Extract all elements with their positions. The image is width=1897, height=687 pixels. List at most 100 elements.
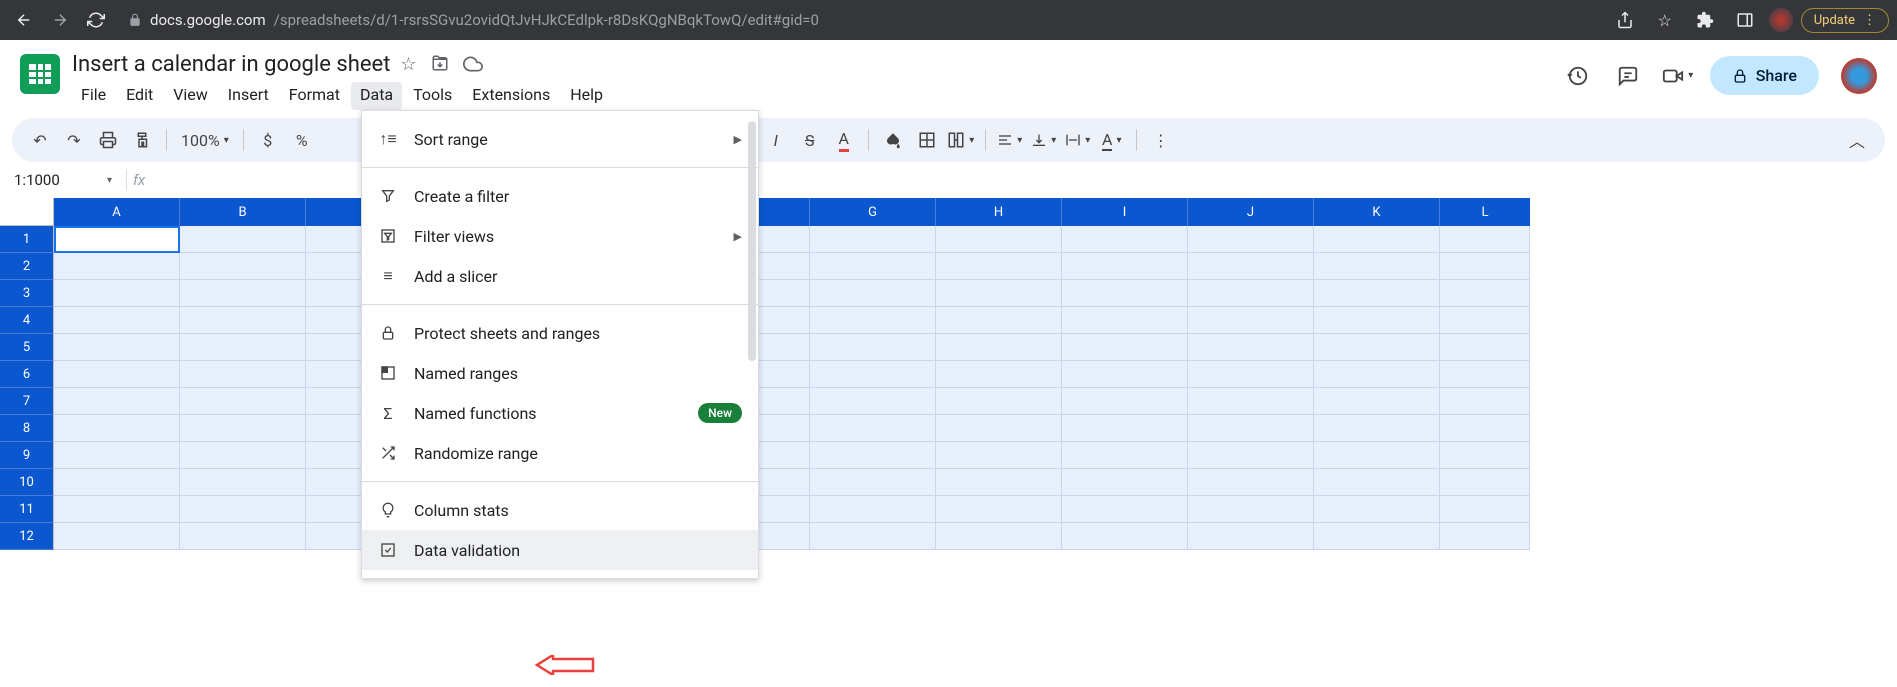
currency-button[interactable]: $ [254, 124, 282, 156]
cell[interactable] [810, 469, 936, 496]
cell[interactable] [1314, 307, 1440, 334]
move-icon[interactable] [431, 54, 449, 75]
cell[interactable] [1314, 469, 1440, 496]
cell[interactable] [1188, 523, 1314, 550]
cell[interactable] [1062, 307, 1188, 334]
menu-protect[interactable]: Protect sheets and ranges [362, 313, 758, 353]
cell[interactable] [1440, 334, 1530, 361]
row-header[interactable]: 1 [0, 226, 54, 253]
account-avatar[interactable] [1841, 58, 1877, 94]
undo-button[interactable]: ↶ [26, 124, 54, 156]
menu-edit[interactable]: Edit [117, 82, 162, 110]
cell[interactable] [936, 388, 1062, 415]
column-header[interactable]: I [1062, 198, 1188, 226]
cell[interactable] [180, 388, 306, 415]
cell[interactable] [1062, 523, 1188, 550]
reload-button[interactable] [80, 4, 112, 36]
italic-button[interactable]: I [762, 124, 790, 156]
cell[interactable] [54, 226, 180, 253]
row-header[interactable]: 12 [0, 523, 54, 550]
cell[interactable] [180, 415, 306, 442]
column-header[interactable]: A [54, 198, 180, 226]
cell[interactable] [1062, 253, 1188, 280]
wrap-button[interactable] [1064, 124, 1092, 156]
redo-button[interactable]: ↷ [60, 124, 88, 156]
cell[interactable] [1440, 388, 1530, 415]
cell[interactable] [936, 496, 1062, 523]
dropdown-scrollbar[interactable] [748, 121, 756, 361]
cell[interactable] [1440, 469, 1530, 496]
cell[interactable] [54, 442, 180, 469]
cell[interactable] [810, 496, 936, 523]
cell[interactable] [54, 361, 180, 388]
cell[interactable] [1188, 415, 1314, 442]
cell[interactable] [1314, 442, 1440, 469]
cell[interactable] [54, 280, 180, 307]
fill-color-button[interactable] [879, 124, 907, 156]
menu-data-validation[interactable]: Data validation [362, 530, 758, 570]
row-header[interactable]: 3 [0, 280, 54, 307]
menu-create-filter[interactable]: Create a filter [362, 176, 758, 216]
cell[interactable] [1440, 280, 1530, 307]
menu-file[interactable]: File [72, 82, 115, 110]
cell[interactable] [1062, 226, 1188, 253]
cell[interactable] [1440, 361, 1530, 388]
cell[interactable] [1062, 334, 1188, 361]
menu-add-slicer[interactable]: ≡ Add a slicer [362, 256, 758, 296]
collapse-toolbar-icon[interactable]: ︿ [1843, 124, 1871, 156]
cell[interactable] [1440, 496, 1530, 523]
cell[interactable] [810, 280, 936, 307]
cell[interactable] [1188, 388, 1314, 415]
cell[interactable] [810, 415, 936, 442]
column-header[interactable]: G [810, 198, 936, 226]
cell[interactable] [1440, 442, 1530, 469]
cell[interactable] [936, 226, 1062, 253]
row-header[interactable]: 8 [0, 415, 54, 442]
column-header[interactable]: B [180, 198, 306, 226]
forward-button[interactable] [44, 4, 76, 36]
cell[interactable] [1062, 361, 1188, 388]
menu-column-stats[interactable]: Column stats [362, 490, 758, 530]
merge-button[interactable] [947, 124, 975, 156]
row-header[interactable]: 11 [0, 496, 54, 523]
cell[interactable] [180, 469, 306, 496]
menu-insert[interactable]: Insert [219, 82, 278, 110]
cell[interactable] [810, 361, 936, 388]
cell[interactable] [180, 226, 306, 253]
cell[interactable] [54, 415, 180, 442]
cell[interactable] [1062, 388, 1188, 415]
borders-button[interactable] [913, 124, 941, 156]
cell[interactable] [180, 361, 306, 388]
cell[interactable] [180, 496, 306, 523]
cell[interactable] [1062, 280, 1188, 307]
cell[interactable] [1440, 226, 1530, 253]
cell[interactable] [1314, 415, 1440, 442]
cell[interactable] [936, 469, 1062, 496]
column-header[interactable]: J [1188, 198, 1314, 226]
cell[interactable] [936, 334, 1062, 361]
column-header[interactable]: K [1314, 198, 1440, 226]
cell[interactable] [54, 523, 180, 550]
cell[interactable] [1188, 334, 1314, 361]
menu-help[interactable]: Help [561, 82, 612, 110]
cell[interactable] [54, 469, 180, 496]
select-all-cell[interactable] [0, 198, 54, 226]
cell[interactable] [1062, 469, 1188, 496]
cell[interactable] [1188, 253, 1314, 280]
menu-filter-views[interactable]: Filter views ▶ [362, 216, 758, 256]
comments-icon[interactable] [1610, 58, 1646, 94]
side-panel-icon[interactable] [1729, 4, 1761, 36]
percent-button[interactable]: % [288, 124, 316, 156]
address-bar[interactable]: docs.google.com/spreadsheets/d/1-rsrsSGv… [116, 11, 1605, 29]
row-header[interactable]: 9 [0, 442, 54, 469]
cell[interactable] [180, 523, 306, 550]
cell[interactable] [54, 307, 180, 334]
cell[interactable] [1188, 307, 1314, 334]
cell[interactable] [1062, 442, 1188, 469]
cell[interactable] [1062, 496, 1188, 523]
cell[interactable] [180, 307, 306, 334]
back-button[interactable] [8, 4, 40, 36]
row-header[interactable]: 4 [0, 307, 54, 334]
paint-format-button[interactable] [128, 124, 156, 156]
cell[interactable] [180, 280, 306, 307]
